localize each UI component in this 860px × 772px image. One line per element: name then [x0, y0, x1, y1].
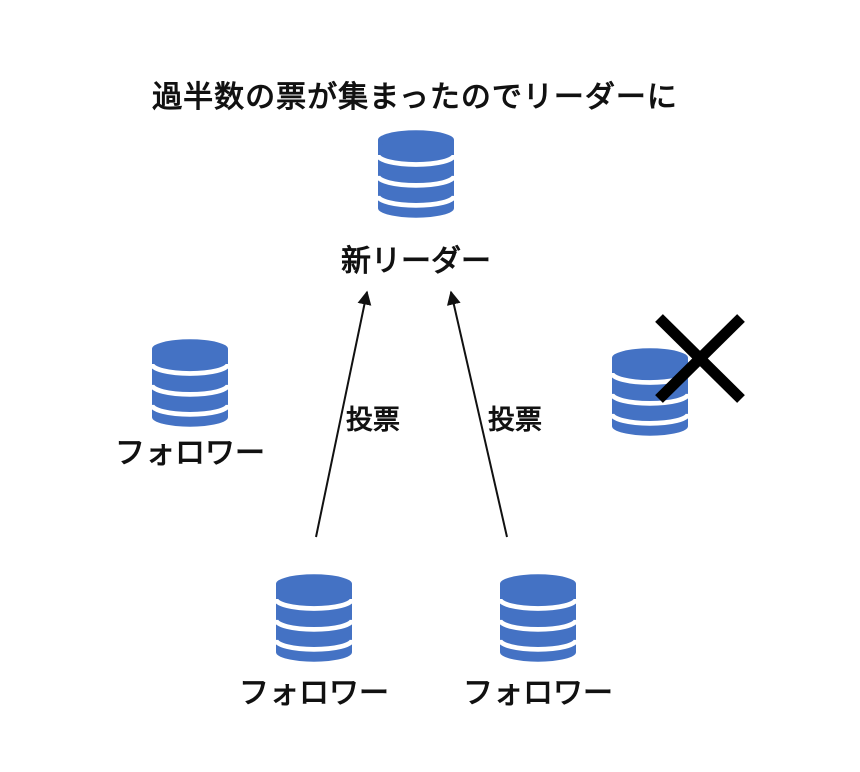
vote-label-right: 投票 [488, 405, 542, 436]
follower-left-label: フォロワー [115, 436, 265, 471]
diagram-graphics [0, 0, 745, 772]
follower-left-database-icon [152, 339, 228, 426]
follower-bottom-left-database-icon [276, 574, 352, 661]
failed-node-database-icon [612, 348, 688, 435]
raft-election-diagram: 過半数の票が集まったのでリーダーに 新リーダー フォロワー フォロワー フォロワ… [0, 0, 860, 772]
follower-bottom-left-label: フォロワー [239, 676, 389, 711]
follower-bottom-right-database-icon [500, 574, 576, 661]
leader-label: 新リーダー [341, 244, 491, 279]
leader-database-icon [378, 130, 454, 217]
follower-bottom-right-label: フォロワー [463, 676, 613, 711]
vote-label-left: 投票 [346, 405, 400, 436]
